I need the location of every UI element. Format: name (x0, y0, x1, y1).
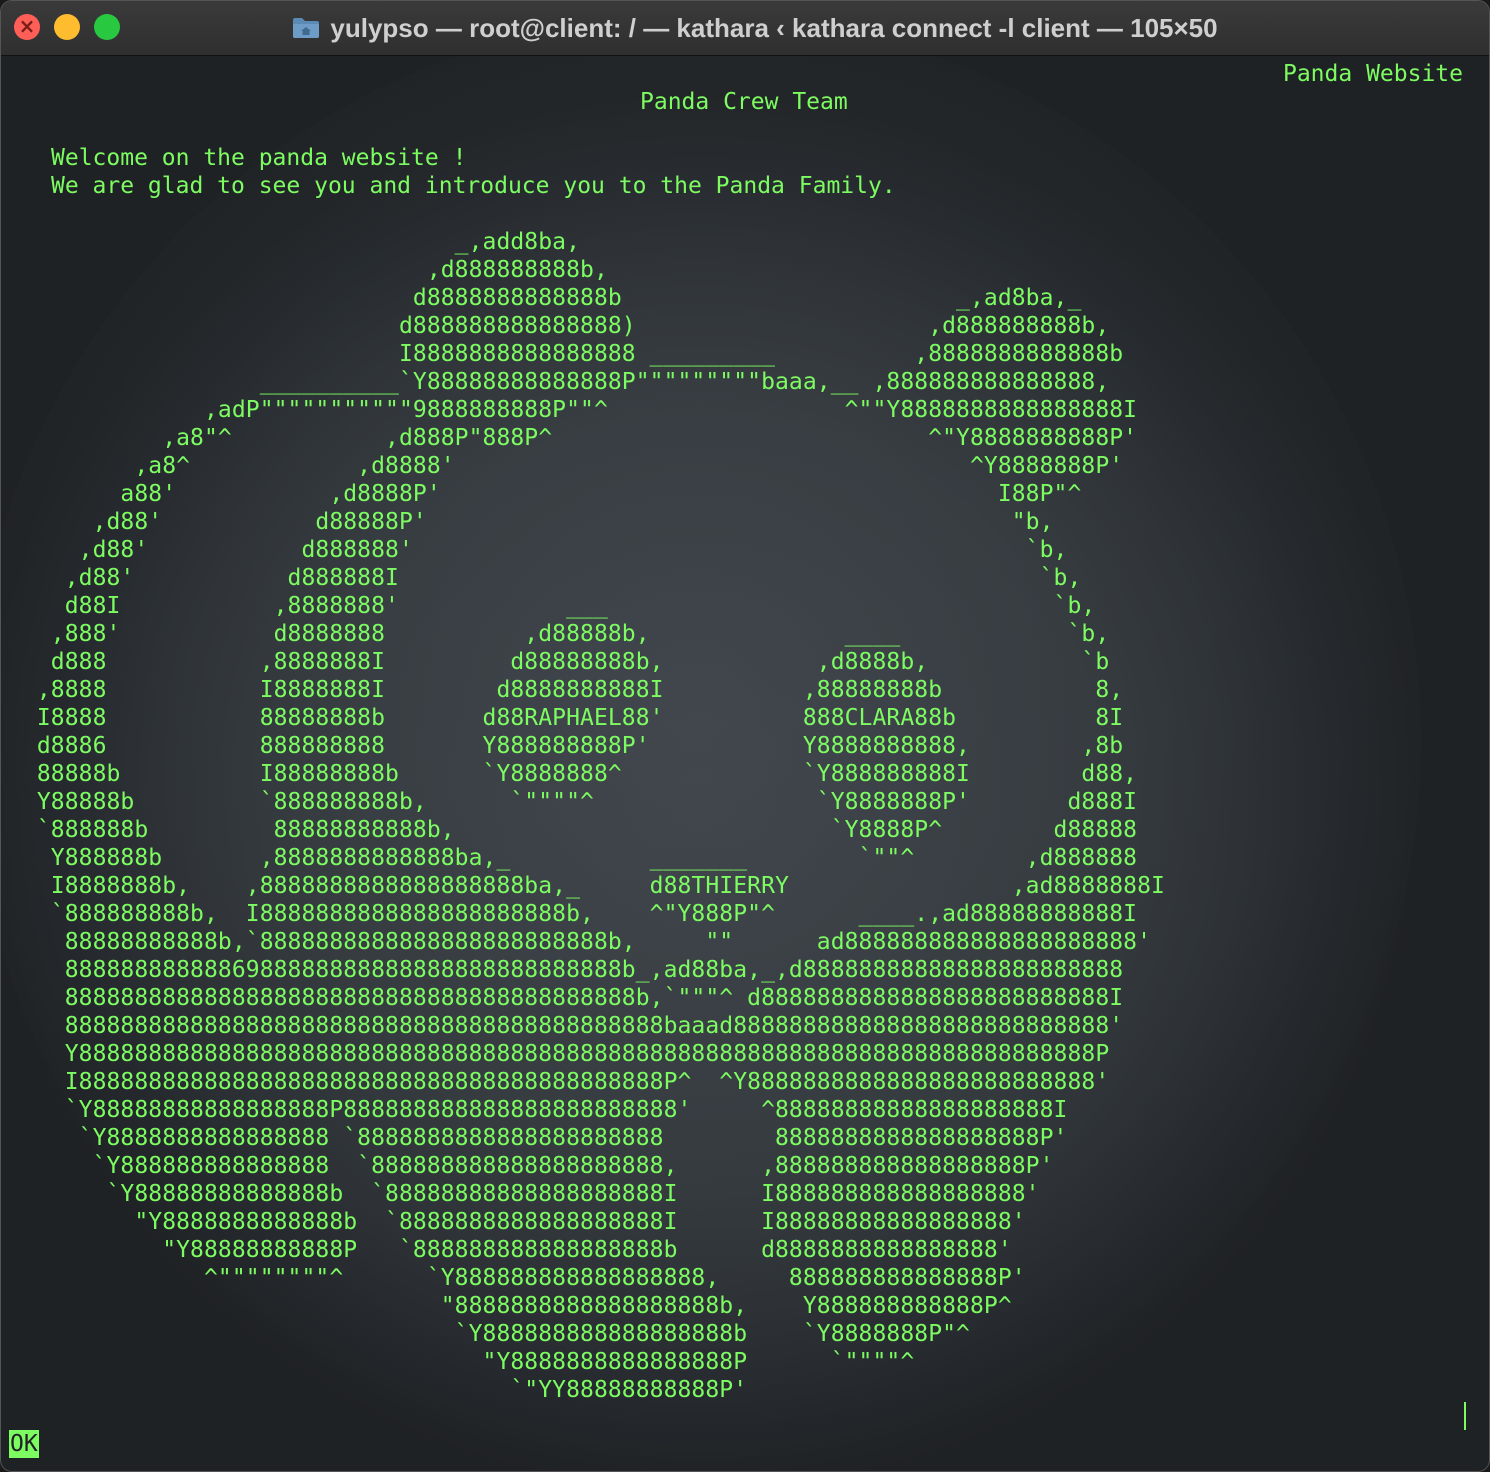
window-title: yulypso — root@client: / — kathara ‹ kat… (330, 12, 1218, 43)
folder-icon (292, 17, 320, 39)
close-button[interactable] (14, 14, 40, 40)
window-title-group: yulypso — root@client: / — kathara ‹ kat… (292, 12, 1218, 44)
minimize-button[interactable] (54, 14, 80, 40)
site-title: Panda Website (1282, 61, 1463, 87)
maximize-button[interactable] (94, 14, 120, 40)
terminal-content[interactable]: Panda Website Panda Crew Team Welcome on… (1, 56, 1489, 1471)
welcome-line-2: We are glad to see you and introduce you… (51, 173, 896, 199)
status-ok-badge: OK (9, 1430, 39, 1458)
text-cursor (1464, 1402, 1466, 1430)
terminal-window: yulypso — root@client: / — kathara ‹ kat… (0, 0, 1490, 1472)
terminal-text-area[interactable]: Panda Website Panda Crew Team Welcome on… (1, 56, 1489, 1471)
welcome-line-1: Welcome on the panda website ! (51, 145, 467, 171)
panda-ascii-art: _,add8ba, ,d888888888b, d8888888888888b … (36, 229, 1165, 1403)
title-bar[interactable]: yulypso — root@client: / — kathara ‹ kat… (1, 1, 1489, 56)
crew-title: Panda Crew Team (640, 89, 848, 115)
